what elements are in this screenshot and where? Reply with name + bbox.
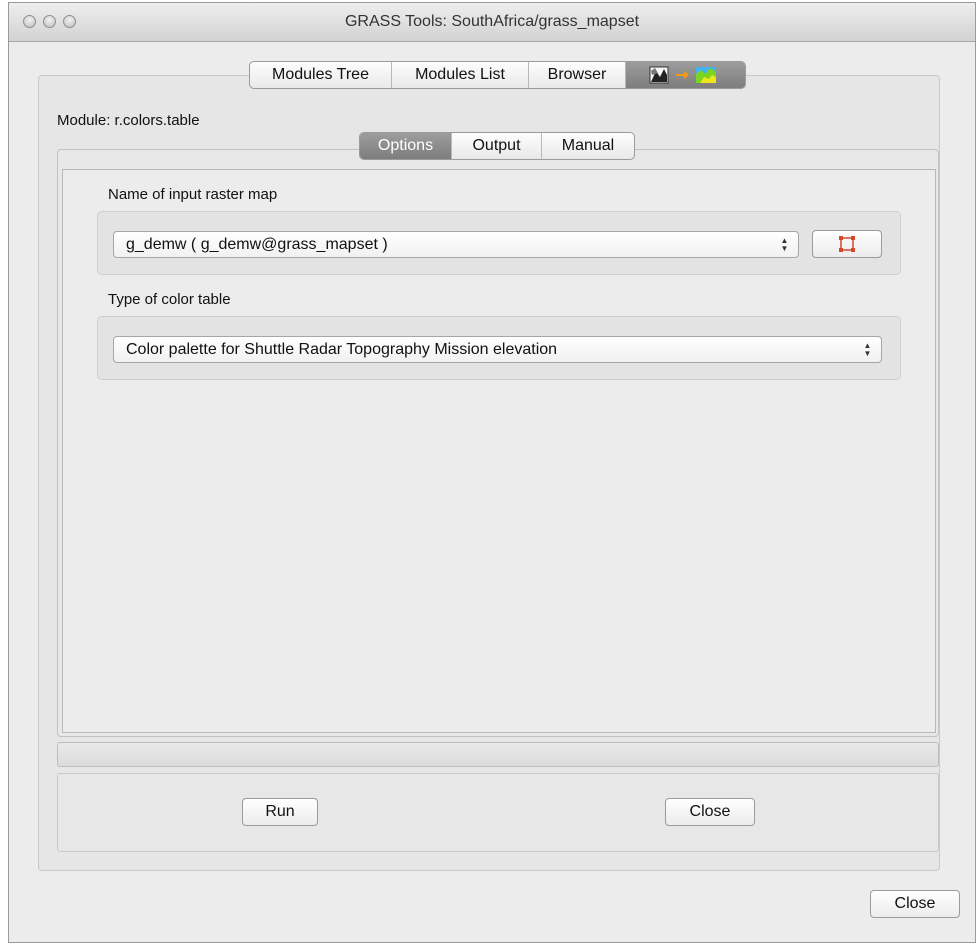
tab-browser[interactable]: Browser [529,62,626,88]
run-button[interactable]: Run [242,798,318,826]
close-window-button[interactable]: Close [870,890,960,918]
raster-map-icon [649,66,668,84]
stepper-arrows-icon: ▲ ▼ [780,236,789,253]
color-table-value: Color palette for Shuttle Radar Topograp… [126,341,558,358]
colored-map-icon [695,67,716,83]
module-sub-tab-bar: Options Output Manual [359,132,635,160]
select-from-canvas-button[interactable] [812,230,882,258]
module-tab-icons [649,66,716,84]
stepper-arrows-icon: ▲ ▼ [863,341,872,358]
tab-options[interactable]: Options [360,133,452,159]
module-name-label: Module: r.colors.table [57,112,200,129]
select-extent-icon [839,236,855,252]
arrow-right-icon [675,71,689,79]
tab-module-r-colors-table[interactable] [626,62,745,88]
tab-output[interactable]: Output [452,133,542,159]
action-button-panel [57,773,939,852]
tab-manual[interactable]: Manual [542,133,634,159]
tab-modules-list[interactable]: Modules List [392,62,529,88]
title-bar: GRASS Tools: SouthAfrica/grass_mapset [9,3,975,42]
grass-tools-window: GRASS Tools: SouthAfrica/grass_mapset Mo… [8,2,976,943]
input-raster-select[interactable]: g_demw ( g_demw@grass_mapset ) ▲ ▼ [113,231,799,258]
progress-bar [57,742,939,767]
input-raster-label: Name of input raster map [108,186,278,203]
color-table-label: Type of color table [108,291,231,308]
input-raster-value: g_demw ( g_demw@grass_mapset ) [126,236,388,253]
tab-modules-tree[interactable]: Modules Tree [250,62,392,88]
close-module-button[interactable]: Close [665,798,755,826]
top-tab-bar: Modules Tree Modules List Browser [249,61,746,89]
window-title: GRASS Tools: SouthAfrica/grass_mapset [344,13,640,30]
color-table-select[interactable]: Color palette for Shuttle Radar Topograp… [113,336,882,363]
